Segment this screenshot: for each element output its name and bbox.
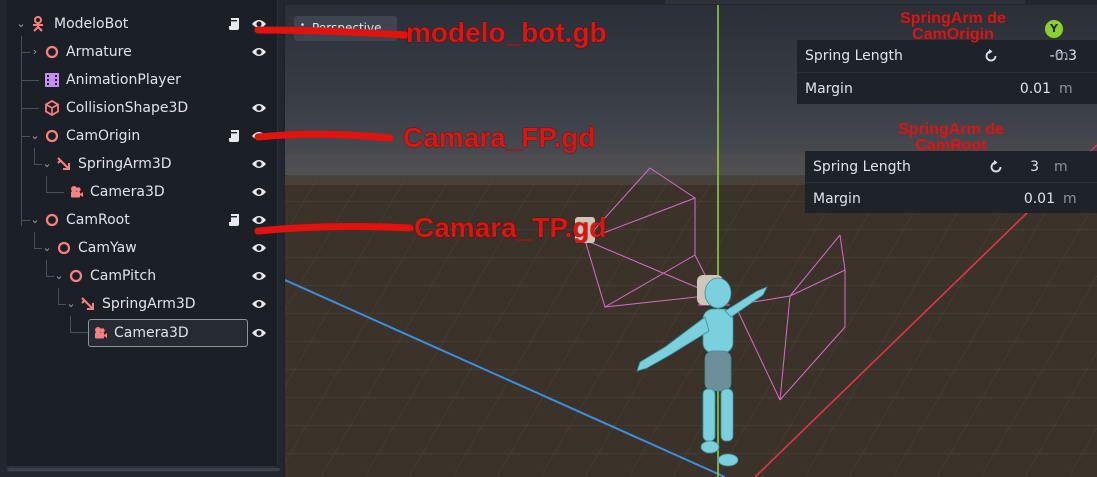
tree-item-armature[interactable]: › Armature — [0, 38, 277, 66]
tree-item-modelobot[interactable]: ⌄ ModeloBot — [0, 10, 277, 38]
eye-icon[interactable] — [251, 297, 267, 311]
tree-item-camroot[interactable]: ⌄ CamRoot — [0, 206, 277, 234]
node3d-icon — [69, 269, 83, 283]
tree-item-label: SpringArm3D — [78, 156, 172, 172]
annotation-springarm-camorigin: SpringArm de CamOrigin — [886, 11, 1020, 43]
tree-item-label: CollisionShape3D — [66, 100, 189, 116]
tree-item-label: Camera3D — [114, 325, 189, 341]
tree-item-label: CamPitch — [90, 268, 157, 284]
spring-length-value[interactable]: 3 — [1015, 151, 1039, 183]
tree-item-springarm3d-2[interactable]: ⌄ SpringArm3D — [0, 290, 277, 318]
tree-item-label: CamYaw — [78, 240, 137, 256]
scene-tree-panel: ⌄ ModeloBot › Armature AnimationPlayer C… — [0, 0, 284, 477]
annotation-camara-tp: Camara_TP.gd — [414, 212, 607, 243]
tree-item-label: SpringArm3D — [102, 296, 196, 312]
springarm-camroot-inspector: Spring Length 3 m Margin 0.01 m — [805, 151, 1097, 213]
tree-item-animationplayer[interactable]: AnimationPlayer — [0, 66, 277, 94]
tree-item-label: CamRoot — [66, 212, 130, 228]
tree-item-label: Camera3D — [90, 184, 165, 200]
camera-icon — [71, 186, 83, 198]
eye-icon[interactable] — [251, 213, 267, 227]
eye-icon[interactable] — [251, 269, 267, 283]
annotation-springarm-camroot: SpringArm de CamRoot — [884, 122, 1018, 154]
annotation-line: SpringArm de — [900, 10, 1006, 27]
annotation-line: CamOrigin — [912, 26, 994, 43]
camera-icon — [95, 327, 107, 339]
spring-length-label: Spring Length — [813, 159, 911, 175]
script-icon[interactable] — [228, 129, 240, 143]
chevron-down-icon[interactable]: ⌄ — [29, 122, 41, 150]
eye-icon[interactable] — [251, 326, 267, 340]
animation-player-icon — [45, 73, 59, 87]
tree-item-label: AnimationPlayer — [66, 72, 181, 88]
node3d-icon — [45, 129, 59, 143]
eye-icon[interactable] — [251, 45, 267, 59]
tree-item-camera3d[interactable]: Camera3D — [0, 178, 277, 206]
perspective-label: Perspective — [312, 21, 382, 35]
spring-arm-icon — [81, 297, 94, 310]
tree-item-camorigin[interactable]: ⌄ CamOrigin — [0, 122, 277, 150]
eye-icon[interactable] — [251, 17, 267, 31]
margin-unit: m — [1063, 191, 1077, 207]
collision-shape-icon — [45, 100, 59, 116]
perspective-menu-button[interactable]: Perspective — [294, 16, 397, 41]
revert-icon[interactable] — [984, 49, 998, 63]
horizontal-scrollbar-thumb[interactable] — [8, 468, 280, 471]
script-icon[interactable] — [228, 213, 240, 227]
tree-item-camera3d-selected[interactable]: Camera3D — [0, 319, 277, 347]
spring-arm-icon — [57, 157, 70, 170]
tree-item-springarm3d[interactable]: ⌄ SpringArm3D — [0, 150, 277, 178]
margin-label: Margin — [805, 81, 853, 97]
chevron-down-icon[interactable]: ⌄ — [65, 290, 77, 318]
viewport-tab — [665, 0, 1025, 4]
eye-icon[interactable] — [251, 129, 267, 143]
node3d-icon — [45, 213, 59, 227]
chevron-down-icon[interactable]: ⌄ — [41, 150, 53, 178]
tree-item-label: CamOrigin — [66, 128, 141, 144]
tree-item-label: Armature — [66, 44, 132, 60]
skeleton-icon — [33, 16, 43, 32]
eye-icon[interactable] — [251, 241, 267, 255]
annotation-line: CamRoot — [915, 137, 987, 154]
node3d-icon — [57, 241, 71, 255]
chevron-down-icon[interactable]: ⌄ — [15, 10, 27, 38]
annotation-camara-fp: Camara_FP.gd — [403, 122, 596, 153]
kebab-menu-icon — [301, 23, 304, 34]
spring-length-label: Spring Length — [805, 48, 903, 64]
margin-row: Margin 0.01 m — [805, 182, 1097, 215]
spring-length-row: Spring Length -0.3 m — [797, 40, 1097, 72]
chevron-down-icon[interactable]: ⌄ — [41, 234, 53, 262]
chevron-right-icon[interactable]: › — [29, 38, 41, 66]
eye-icon[interactable] — [251, 157, 267, 171]
tree-item-campitch[interactable]: ⌄ CamPitch — [0, 262, 277, 290]
springarm-camorigin-inspector: Spring Length -0.3 m Margin 0.01 m — [797, 40, 1097, 104]
margin-row: Margin 0.01 m — [797, 72, 1097, 105]
chevron-down-icon[interactable]: ⌄ — [29, 206, 41, 234]
eye-icon[interactable] — [251, 185, 267, 199]
spring-length-unit: m — [1054, 159, 1068, 175]
annotation-line: SpringArm de — [898, 121, 1004, 138]
margin-value[interactable]: 0.01 — [1007, 73, 1051, 105]
tree-item-label: ModeloBot — [54, 16, 129, 32]
node3d-icon — [45, 45, 59, 59]
annotation-modelo-bot: modelo_bot.gb — [406, 17, 607, 48]
margin-unit: m — [1059, 81, 1073, 97]
ground-grid — [285, 175, 1097, 477]
revert-icon[interactable] — [989, 160, 1003, 174]
view-gizmo-y-axis[interactable]: Y — [1045, 20, 1063, 38]
eye-icon[interactable] — [251, 101, 267, 115]
margin-label: Margin — [813, 191, 861, 207]
tree-item-collisionshape3d[interactable]: CollisionShape3D — [0, 94, 277, 122]
script-icon[interactable] — [228, 17, 240, 31]
spring-length-row: Spring Length 3 m — [805, 151, 1097, 183]
margin-value[interactable]: 0.01 — [1015, 183, 1055, 215]
spring-length-unit: m — [1055, 48, 1069, 64]
chevron-down-icon[interactable]: ⌄ — [53, 262, 65, 290]
tree-item-camyaw[interactable]: ⌄ CamYaw — [0, 234, 277, 262]
